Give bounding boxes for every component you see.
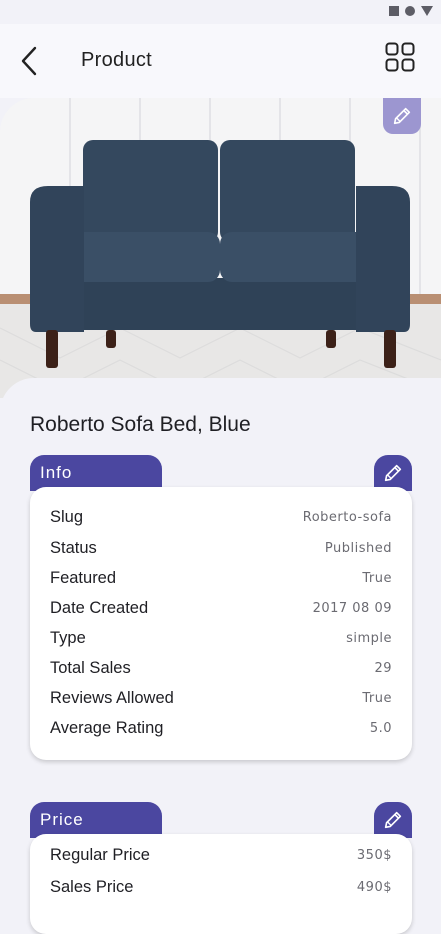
info-key: Reviews Allowed [50,688,174,707]
info-row-date-created: Date Created 2017 08 09 [50,597,392,619]
info-row-average-rating: Average Rating 5.0 [50,717,392,739]
product-details-sheet: Roberto Sofa Bed, Blue Info Slug Roberto… [0,378,441,934]
info-row-slug: Slug Roberto-sofa [50,506,392,528]
product-name: Roberto Sofa Bed, Blue [30,413,251,436]
price-row-sales: Sales Price 490$ [50,876,392,898]
status-bar [0,0,441,24]
info-value: 5.0 [369,720,392,736]
info-value: 2017 08 09 [312,600,392,616]
info-value: Published [324,540,392,556]
info-value: Roberto-sofa [302,509,392,525]
price-value: 490$ [356,879,392,895]
image-edit-button[interactable] [383,98,421,134]
product-image [0,98,441,398]
info-key: Slug [50,507,84,526]
price-row-regular: Regular Price 350$ [50,844,392,866]
info-key: Type [50,628,86,647]
page-title: Product [81,49,153,71]
record-icon [405,6,415,16]
info-value: True [362,690,392,706]
info-key: Status [50,538,97,557]
sofa-illustration [0,98,441,398]
status-icons [389,6,433,16]
signal-icon [421,6,433,16]
info-section: Info Slug Roberto-sofa Status Published … [30,455,412,765]
info-key: Average Rating [50,718,164,737]
pencil-icon [393,107,411,125]
info-value: simple [346,630,392,646]
stop-icon [389,6,399,16]
chevron-left-icon [21,46,37,76]
app-bar: Product [0,24,441,98]
info-row-featured: Featured True [50,567,392,589]
price-key: Regular Price [50,845,150,864]
grid-menu-button[interactable] [385,42,417,74]
price-card: Regular Price 350$ Sales Price 490$ [30,834,412,934]
info-row-total-sales: Total Sales 29 [50,657,392,679]
pencil-icon [384,811,402,829]
info-value: True [362,570,392,586]
info-row-status: Status Published [50,537,392,559]
price-section-label: Price [30,802,162,838]
info-key: Date Created [50,598,149,617]
price-section: Price Regular Price 350$ Sales Price 490… [30,802,412,934]
info-section-label: Info [30,455,162,491]
info-key: Featured [50,568,117,587]
grid-icon [385,42,415,72]
info-row-reviews-allowed: Reviews Allowed True [50,687,392,709]
back-button[interactable] [12,42,46,80]
info-value: 29 [374,660,392,676]
info-edit-button[interactable] [374,455,412,491]
price-key: Sales Price [50,877,134,896]
price-edit-button[interactable] [374,802,412,838]
info-row-type: Type simple [50,627,392,649]
price-value: 350$ [356,847,392,863]
pencil-icon [384,464,402,482]
info-key: Total Sales [50,658,131,677]
info-card: Slug Roberto-sofa Status Published Featu… [30,487,412,760]
